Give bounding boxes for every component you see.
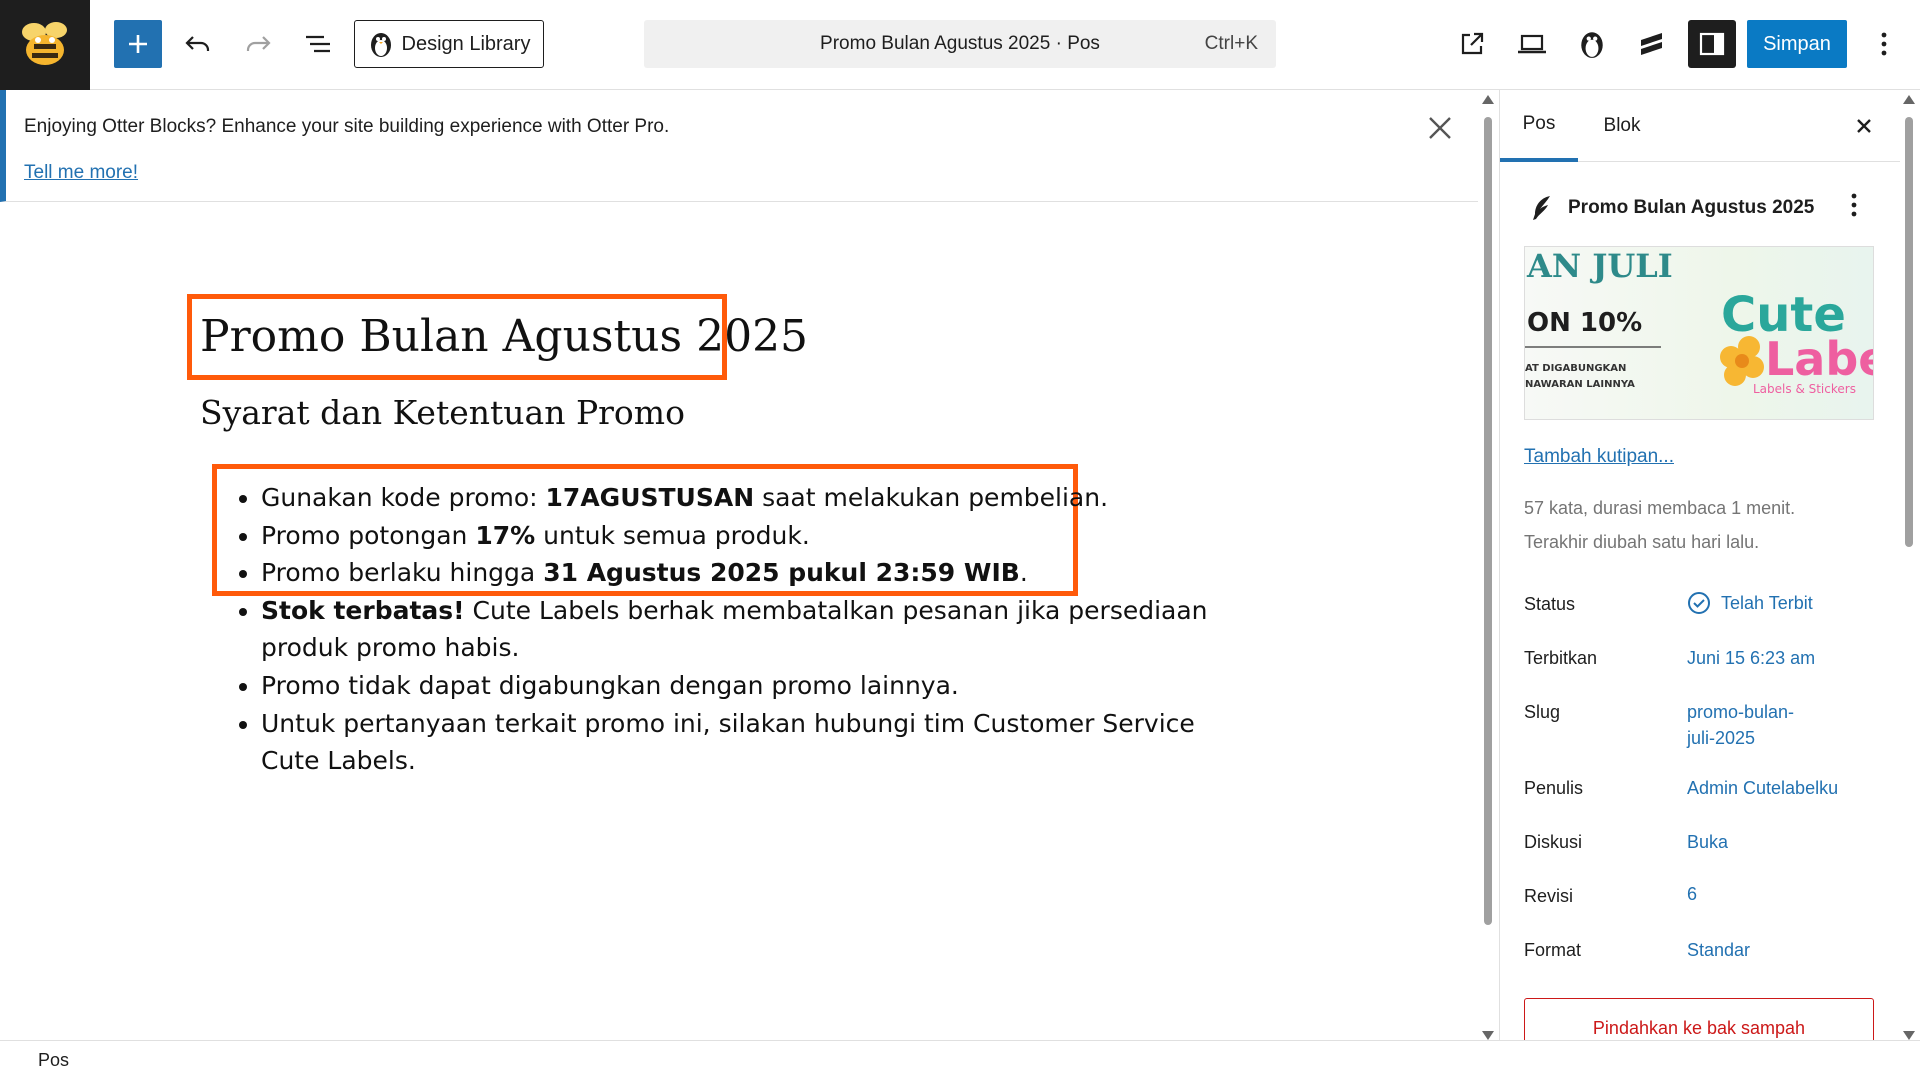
editor-scrollbar[interactable] (1481, 95, 1495, 1040)
discussion-value[interactable]: Buka (1687, 829, 1728, 855)
site-logo[interactable] (0, 0, 90, 90)
heading-block[interactable]: Syarat dan Ketentuan Promo (200, 393, 685, 432)
publish-date-value[interactable]: Juni 15 6:23 am (1687, 645, 1815, 671)
undo-button[interactable] (174, 20, 222, 68)
otter-plugin-button[interactable] (1568, 20, 1616, 68)
list-item[interactable]: Promo tidak dapat digabungkan dengan pro… (261, 667, 1261, 705)
breadcrumb[interactable]: Pos (38, 1050, 69, 1071)
add-excerpt-link[interactable]: Tambah kutipan... (1524, 446, 1674, 468)
view-post-button[interactable] (1448, 20, 1496, 68)
save-button[interactable]: Simpan (1747, 20, 1847, 68)
otter-notice: Enjoying Otter Blocks? Enhance your site… (0, 90, 1478, 202)
list-item[interactable]: Promo potongan 17% untuk semua produk. (261, 517, 1261, 555)
bee-logo-icon (22, 22, 67, 65)
scrollbar-thumb[interactable] (1484, 117, 1492, 925)
sidebar-close-button[interactable] (1850, 112, 1878, 140)
penguin-icon (1581, 32, 1603, 58)
more-vertical-icon (1851, 193, 1857, 217)
close-icon (1429, 117, 1451, 139)
laptop-icon (1518, 34, 1546, 54)
revisions-label: Revisi (1524, 886, 1574, 906)
image-line3: AT DIGABUNGKAN (1525, 363, 1626, 374)
revisions-value[interactable]: 6 (1687, 881, 1697, 907)
list-item[interactable]: Promo berlaku hingga 31 Agustus 2025 puk… (261, 554, 1261, 592)
status-value-text: Telah Terbit (1721, 593, 1813, 613)
discussion-label: Diskusi (1524, 832, 1583, 852)
document-title: Promo Bulan Agustus 2025 · Pos (820, 33, 1100, 54)
list-item[interactable]: Untuk pertanyaan terkait promo ini, sila… (261, 705, 1261, 780)
command-palette-bar[interactable]: Promo Bulan Agustus 2025 · Pos Ctrl+K (644, 20, 1276, 68)
image-line2: ON 10% (1527, 308, 1642, 338)
image-brand2: Labe (1765, 332, 1874, 386)
penguin-icon (370, 33, 391, 57)
image-line1: AN JULI (1526, 247, 1673, 285)
preview-button[interactable] (1508, 20, 1556, 68)
slug-value[interactable]: promo-bulan- juli-2025 (1687, 699, 1794, 751)
post-title[interactable]: Promo Bulan Agustus 2025 (200, 311, 808, 362)
status-label: Status (1524, 594, 1576, 614)
featured-image[interactable]: AN JULI ON 10% AT DIGABUNGKAN NAWARAN LA… (1524, 246, 1874, 420)
plus-icon (129, 35, 147, 53)
settings-sidebar: Pos Blok Promo Bulan Agustus 2025 AN JUL… (1499, 90, 1900, 1058)
close-icon (1857, 119, 1871, 133)
settings-sidebar-toggle[interactable] (1688, 20, 1736, 68)
image-brand-sub: Labels & Stickers (1753, 382, 1856, 396)
options-menu-button[interactable] (1860, 20, 1908, 68)
block-breadcrumb-bar: Pos (0, 1040, 1920, 1080)
tab-block[interactable]: Blok (1578, 90, 1666, 162)
scroll-up-arrow[interactable] (1903, 95, 1915, 104)
scroll-down-arrow[interactable] (1903, 1031, 1915, 1040)
slug-line-1: promo-bulan- (1687, 702, 1795, 722)
tab-post[interactable]: Pos (1500, 90, 1578, 162)
external-link-icon (1461, 32, 1484, 55)
feather-pen-icon (1533, 196, 1550, 220)
word-count: 57 kata, durasi membaca 1 menit. (1524, 498, 1796, 518)
layers-leaf-icon (1641, 33, 1662, 55)
format-label: Format (1524, 940, 1582, 960)
redo-icon (246, 36, 271, 51)
design-library-button[interactable]: Design Library (354, 20, 544, 68)
undo-icon (185, 36, 210, 51)
notice-text: Enjoying Otter Blocks? Enhance your site… (24, 116, 670, 137)
check-circle-icon (1688, 592, 1710, 614)
image-line4: NAWARAN LAINNYA (1525, 379, 1635, 390)
plugin-button[interactable] (1628, 20, 1676, 68)
slug-line-2: juli-2025 (1687, 728, 1756, 748)
format-value[interactable]: Standar (1687, 937, 1750, 963)
list-view-icon (306, 35, 330, 53)
document-overview-button[interactable] (294, 20, 342, 68)
scrollbar-thumb[interactable] (1905, 117, 1913, 547)
list-item[interactable]: Gunakan kode promo: 17AGUSTUSAN saat mel… (261, 479, 1261, 517)
author-value[interactable]: Admin Cutelabelku (1687, 775, 1838, 801)
status-value[interactable]: Telah Terbit (1687, 590, 1813, 616)
post-summary-header: Promo Bulan Agustus 2025 (1530, 188, 1870, 228)
notice-link[interactable]: Tell me more! (24, 162, 138, 184)
slug-label: Slug (1524, 702, 1561, 722)
post-summary-title: Promo Bulan Agustus 2025 (1568, 197, 1815, 218)
notice-close-button[interactable] (1424, 112, 1456, 144)
sidebar-icon (1699, 32, 1725, 56)
editor-toolbar: Design Library Promo Bulan Agustus 2025 … (0, 0, 1920, 90)
redo-button[interactable] (234, 20, 282, 68)
publish-label: Terbitkan (1524, 648, 1598, 668)
post-actions-button[interactable] (1850, 192, 1878, 224)
last-modified: Terakhir diubah satu hari lalu. (1524, 532, 1760, 552)
add-block-button[interactable] (114, 20, 162, 68)
sidebar-tabs: Pos Blok (1500, 90, 1900, 162)
more-vertical-icon (1881, 32, 1887, 56)
scroll-down-arrow[interactable] (1482, 1031, 1494, 1040)
shortcut-hint: Ctrl+K (1204, 33, 1258, 54)
author-label: Penulis (1524, 778, 1584, 798)
editor-canvas[interactable]: Promo Bulan Agustus 2025 Syarat dan Kete… (0, 203, 1478, 1040)
sidebar-scrollbar[interactable] (1902, 95, 1916, 1040)
design-library-label: Design Library (401, 32, 531, 55)
terms-list[interactable]: Gunakan kode promo: 17AGUSTUSAN saat mel… (261, 479, 1261, 780)
scroll-up-arrow[interactable] (1482, 95, 1494, 104)
featured-image-graphic: AN JULI ON 10% AT DIGABUNGKAN NAWARAN LA… (1525, 247, 1874, 396)
list-item[interactable]: Stok terbatas! Cute Labels berhak membat… (261, 592, 1261, 667)
flower-graphic (1720, 336, 1764, 386)
